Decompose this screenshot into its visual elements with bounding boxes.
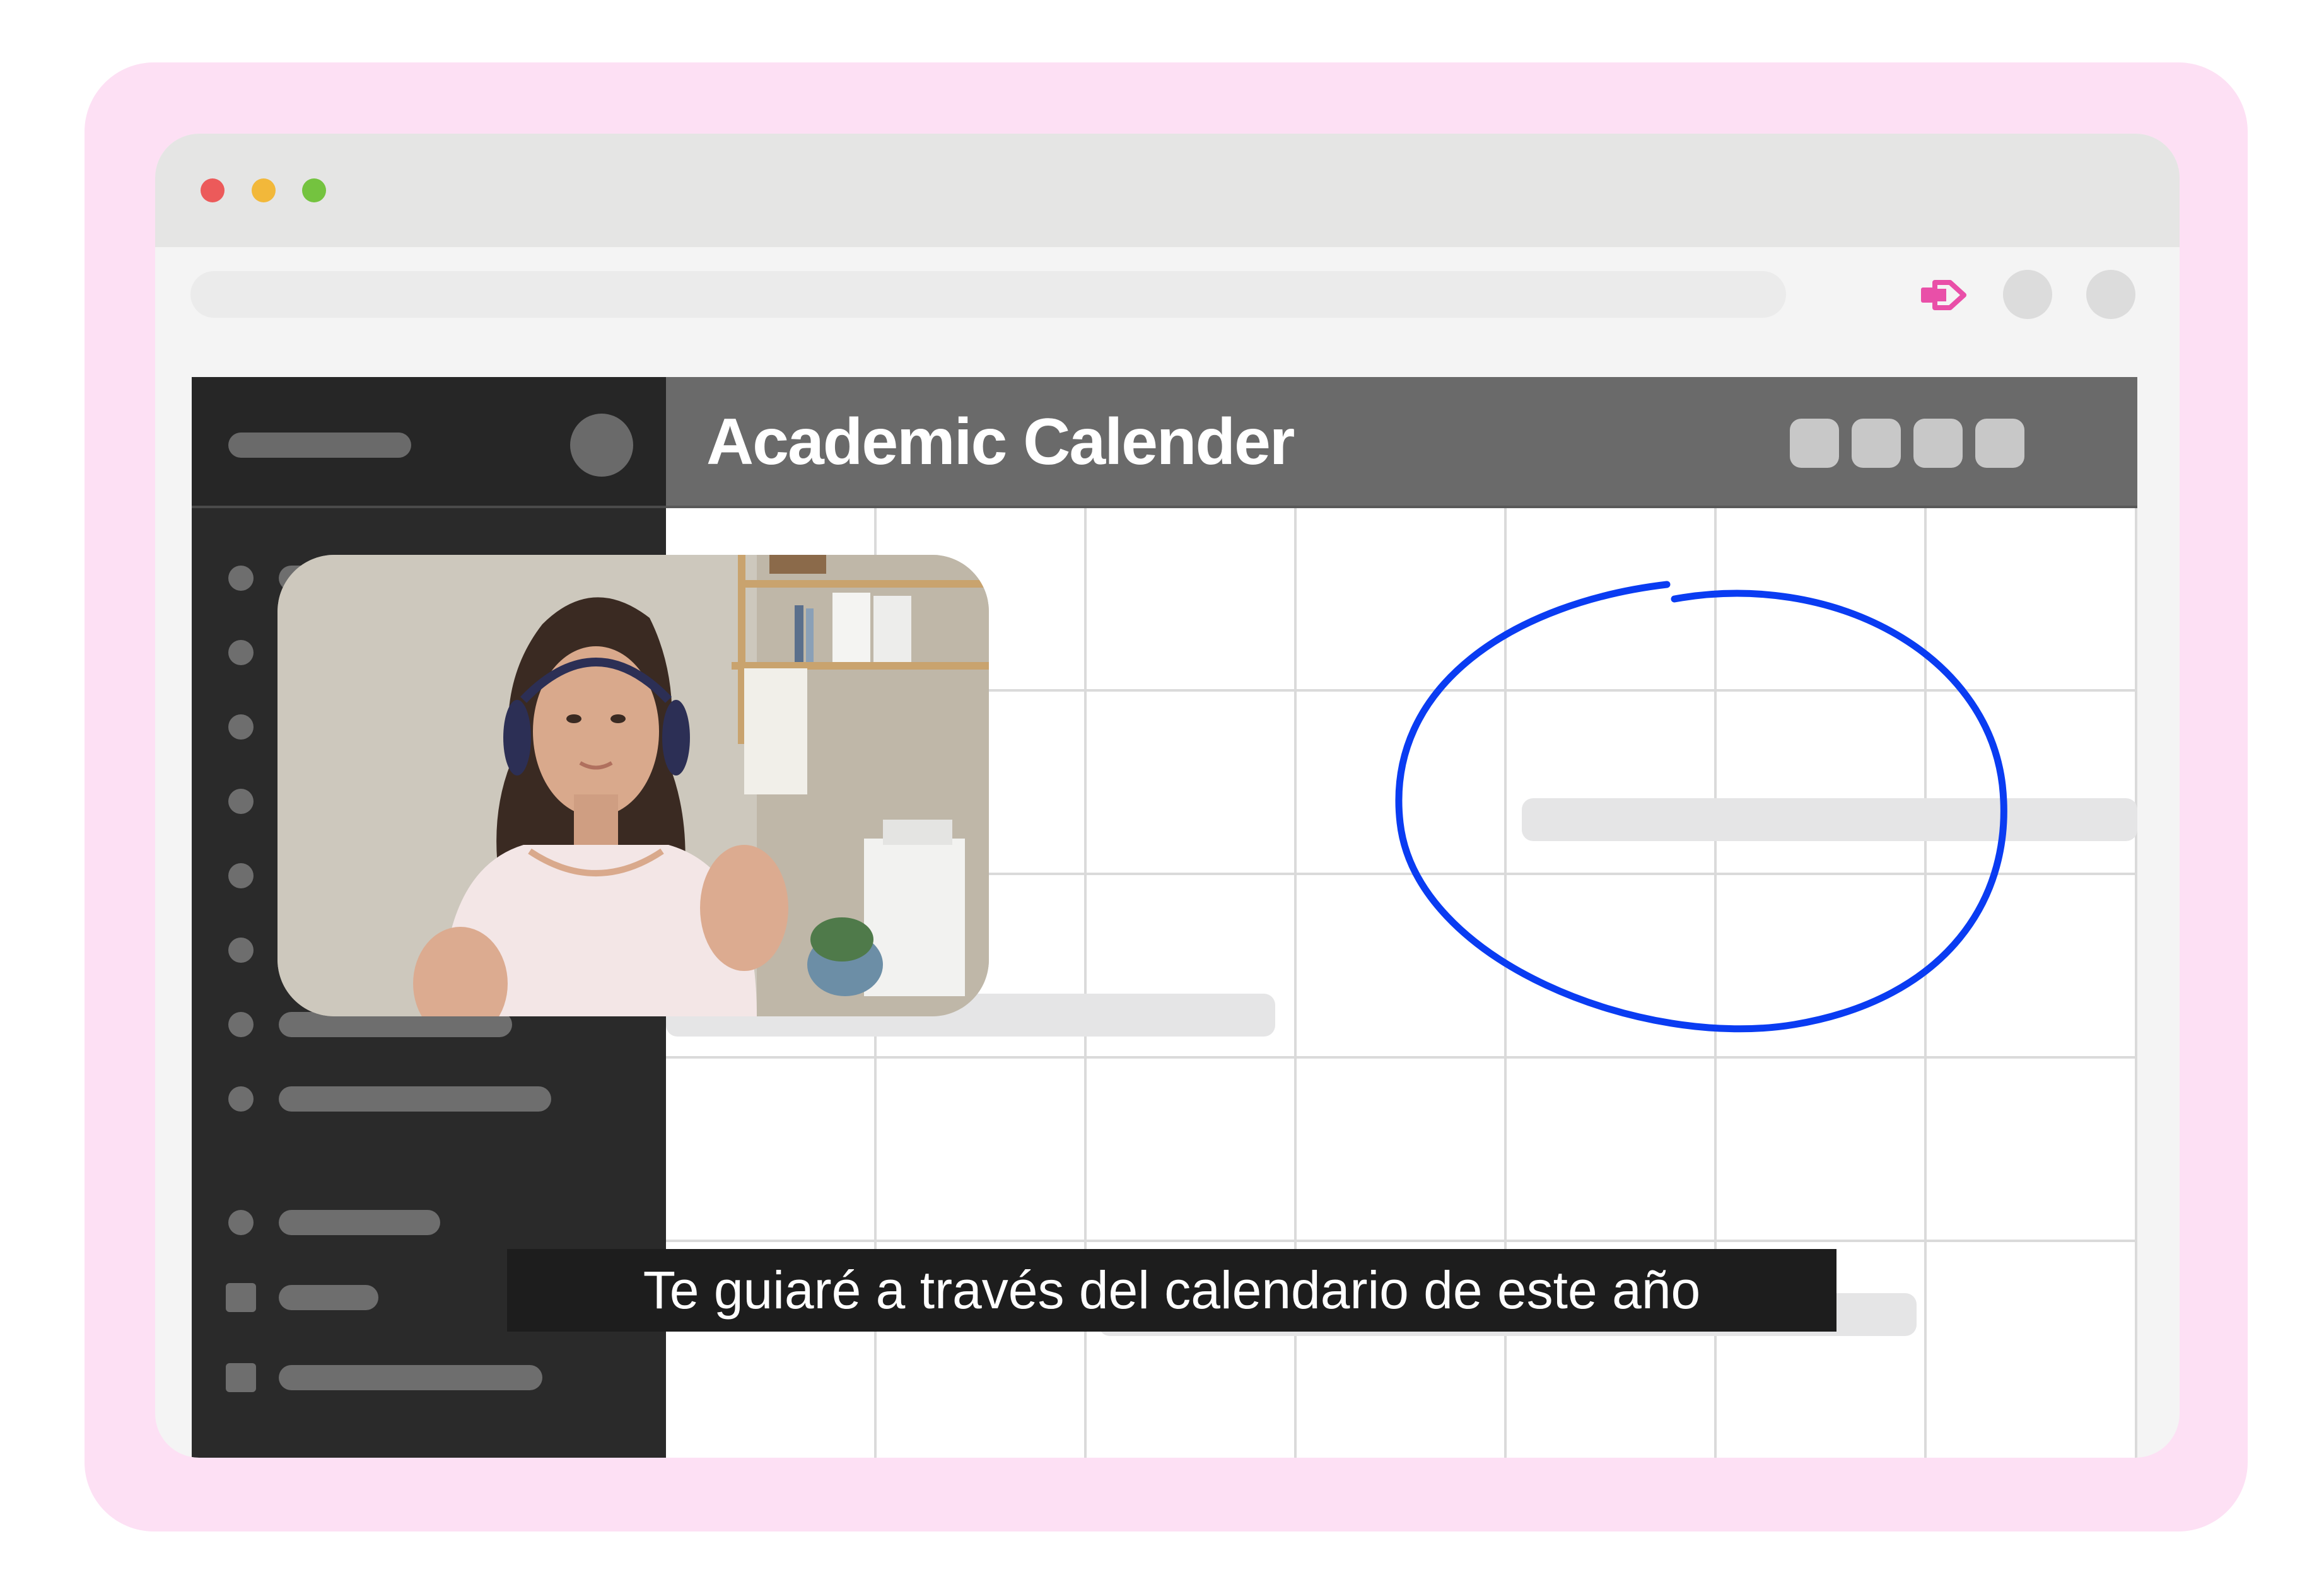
sidebar-square-icon — [226, 1363, 256, 1392]
maximize-window-button[interactable] — [302, 178, 326, 202]
sidebar-bullet-icon — [228, 640, 254, 665]
sidebar-item-label-placeholder — [279, 1210, 440, 1235]
browser-toolbar — [155, 247, 2180, 342]
sidebar-bullet-icon — [228, 863, 254, 888]
sidebar-item[interactable] — [192, 1359, 666, 1397]
sidebar-item[interactable] — [192, 1204, 666, 1241]
video-presenter-overlay[interactable] — [277, 555, 989, 1016]
sidebar-bullet-icon — [228, 566, 254, 591]
header-button[interactable] — [1975, 419, 2024, 468]
video-subtitle-caption: Te guiaré a través del calendario de est… — [507, 1249, 1836, 1332]
profile-icon[interactable] — [2003, 270, 2052, 319]
grid-row-divider — [666, 1240, 2137, 1242]
calendar-header: Academic Calender — [666, 377, 2137, 508]
sidebar-item-label-placeholder — [279, 1086, 551, 1112]
sidebar-bullet-icon — [228, 714, 254, 740]
sidebar-item[interactable] — [192, 1080, 666, 1118]
browser-titlebar — [155, 134, 2180, 247]
presenter-video-frame — [277, 555, 989, 1016]
header-button[interactable] — [1913, 419, 1963, 468]
record-video-icon[interactable] — [1917, 272, 1968, 318]
sidebar-item-label-placeholder — [279, 1365, 542, 1390]
sidebar-title-placeholder — [228, 433, 411, 458]
sidebar-header — [192, 377, 666, 508]
grid-column-divider — [2135, 508, 2137, 1458]
sidebar-bullet-icon — [228, 1012, 254, 1037]
minimize-window-button[interactable] — [252, 178, 276, 202]
header-button[interactable] — [1852, 419, 1901, 468]
sidebar-bullet-icon — [228, 1086, 254, 1112]
sidebar-square-icon — [226, 1283, 256, 1312]
avatar[interactable] — [570, 414, 633, 477]
header-button[interactable] — [1790, 419, 1839, 468]
page-title: Academic Calender — [706, 405, 1295, 479]
address-bar[interactable] — [190, 271, 1786, 318]
sidebar-bullet-icon — [228, 938, 254, 963]
close-window-button[interactable] — [201, 178, 225, 202]
sidebar-bullet-icon — [228, 1210, 254, 1235]
menu-icon[interactable] — [2086, 270, 2135, 319]
hand-drawn-circle-annotation — [1395, 581, 2007, 1033]
sidebar-bullet-icon — [228, 789, 254, 814]
sidebar-item-label-placeholder — [279, 1285, 378, 1310]
